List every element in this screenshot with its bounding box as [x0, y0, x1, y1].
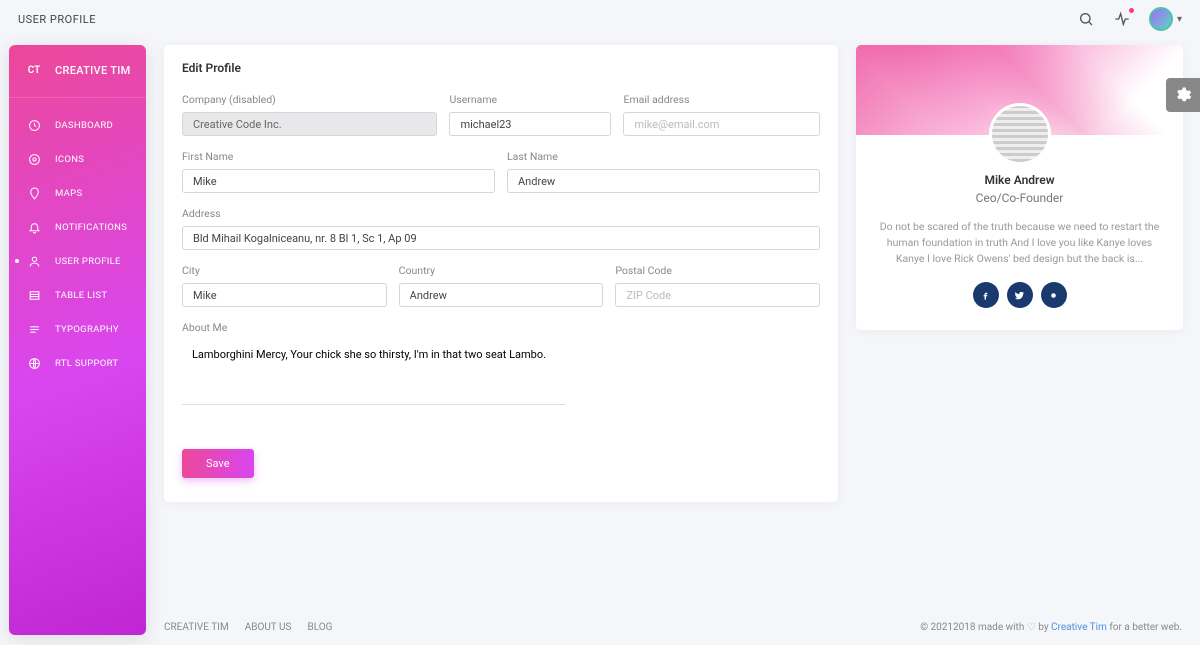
creative-tim-link[interactable]: Creative Tim	[1051, 622, 1107, 633]
company-input	[182, 112, 437, 136]
maps-icon	[27, 186, 41, 200]
card-title: Edit Profile	[182, 61, 820, 75]
heart-icon: ♡	[1027, 622, 1036, 633]
page-title: USER PROFILE	[18, 13, 96, 26]
sidebar-item-label: USER PROFILE	[55, 256, 121, 267]
profile-description: Do not be scared of the truth because we…	[874, 219, 1165, 266]
profile-role: Ceo/Co-Founder	[874, 191, 1165, 205]
brand-name: CREATIVE TIM	[55, 64, 131, 77]
address-input[interactable]	[182, 226, 820, 250]
brand-badge: CT	[23, 59, 45, 81]
sidebar-item-dashboard[interactable]: DASHBOARD	[9, 108, 146, 142]
edit-profile-card: Edit Profile Company (disabled) Username…	[164, 45, 838, 502]
google-icon[interactable]	[1041, 282, 1067, 308]
about-textarea[interactable]: Lamborghini Mercy, Your chick she so thi…	[182, 340, 565, 405]
country-input[interactable]	[399, 283, 604, 307]
profile-card: Mike Andrew Ceo/Co-Founder Do not be sca…	[856, 45, 1183, 330]
chevron-down-icon: ▾	[1177, 14, 1182, 25]
sidebar-item-label: TABLE LIST	[55, 290, 107, 301]
sidebar: CT CREATIVE TIM DASHBOARD ICONS MAPS NOTIFI…	[9, 45, 146, 635]
sidebar-item-label: DASHBOARD	[55, 120, 113, 131]
user-menu[interactable]: ▾	[1149, 7, 1182, 31]
city-input[interactable]	[182, 283, 387, 307]
search-icon[interactable]	[1077, 10, 1095, 28]
firstname-input[interactable]	[182, 169, 495, 193]
sidebar-item-label: RTL SUPPORT	[55, 358, 118, 369]
sidebar-item-label: ICONS	[55, 154, 84, 165]
profile-avatar[interactable]	[989, 103, 1051, 165]
footer-link[interactable]: BLOG	[307, 622, 332, 633]
notification-dot	[1129, 8, 1134, 13]
sidebar-item-typography[interactable]: TYPOGRAPHY	[9, 312, 146, 346]
sidebar-item-user-profile[interactable]: USER PROFILE	[9, 244, 146, 278]
firstname-label: First Name	[182, 150, 495, 163]
brand[interactable]: CT CREATIVE TIM	[9, 59, 146, 98]
user-icon	[27, 254, 41, 268]
facebook-icon[interactable]	[973, 282, 999, 308]
avatar	[1149, 7, 1173, 31]
email-label: Email address	[623, 93, 820, 106]
footer-link[interactable]: ABOUT US	[245, 622, 292, 633]
icons-icon	[27, 152, 41, 166]
activity-icon[interactable]	[1113, 10, 1131, 28]
city-label: City	[182, 264, 387, 277]
sidebar-item-label: MAPS	[55, 188, 82, 199]
sidebar-item-icons[interactable]: ICONS	[9, 142, 146, 176]
globe-icon	[27, 356, 41, 370]
table-icon	[27, 288, 41, 302]
address-label: Address	[182, 207, 820, 220]
settings-icon[interactable]	[1166, 78, 1200, 112]
lastname-input[interactable]	[507, 169, 820, 193]
country-label: Country	[399, 264, 604, 277]
sidebar-item-label: TYPOGRAPHY	[55, 324, 119, 335]
username-label: Username	[449, 93, 611, 106]
dashboard-icon	[27, 118, 41, 132]
email-input[interactable]	[623, 112, 820, 136]
postal-label: Postal Code	[615, 264, 820, 277]
twitter-icon[interactable]	[1007, 282, 1033, 308]
sidebar-item-label: NOTIFICATIONS	[55, 222, 127, 233]
sidebar-item-notifications[interactable]: NOTIFICATIONS	[9, 210, 146, 244]
username-input[interactable]	[449, 112, 611, 136]
footer-link[interactable]: CREATIVE TIM	[164, 622, 229, 633]
sidebar-item-table-list[interactable]: TABLE LIST	[9, 278, 146, 312]
company-label: Company (disabled)	[182, 93, 437, 106]
footer-copyright: © 20212018 made with ♡ by Creative Tim f…	[920, 622, 1182, 633]
sidebar-item-rtl-support[interactable]: RTL SUPPORT	[9, 346, 146, 380]
postal-input[interactable]	[615, 283, 820, 307]
typo-icon	[27, 322, 41, 336]
lastname-label: Last Name	[507, 150, 820, 163]
sidebar-item-maps[interactable]: MAPS	[9, 176, 146, 210]
bell-icon	[27, 220, 41, 234]
save-button[interactable]: Save	[182, 449, 254, 478]
about-label: About Me	[182, 321, 820, 334]
profile-name: Mike Andrew	[874, 173, 1165, 187]
